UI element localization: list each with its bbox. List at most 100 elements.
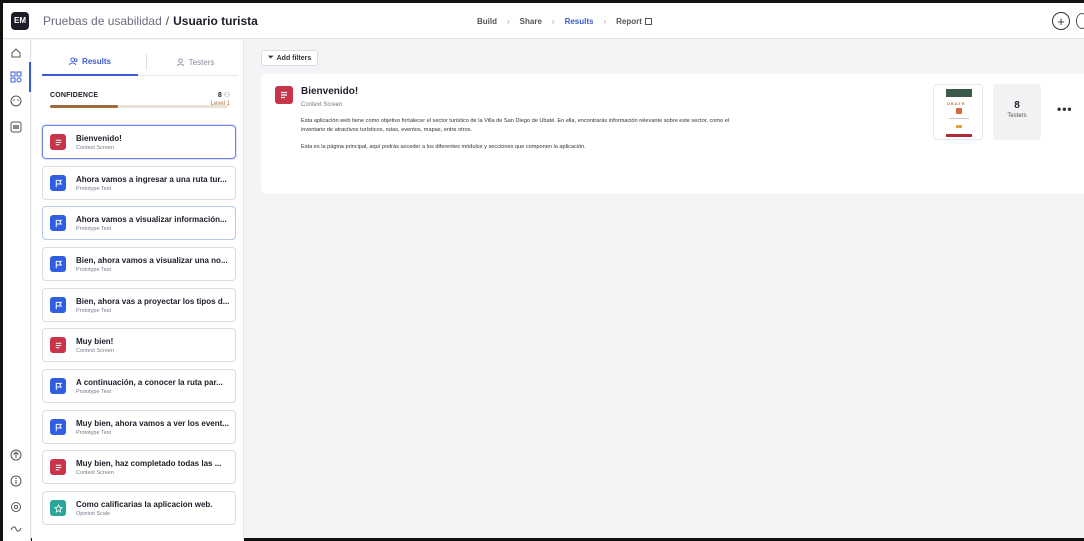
block-card-type: Prototype Test bbox=[76, 226, 112, 232]
block-card[interactable]: Muy bien! Context Screen bbox=[42, 328, 236, 362]
thumbnail-footer bbox=[946, 134, 972, 137]
block-card[interactable]: Bienvenido! Context Screen bbox=[42, 125, 236, 159]
block-card-title: Ahora vamos a ingresar a una ruta tur... bbox=[76, 175, 227, 184]
flag-icon bbox=[50, 215, 66, 231]
block-title: Bienvenido! bbox=[301, 86, 359, 97]
confidence-bar bbox=[50, 105, 228, 108]
block-card-type: Prototype Test bbox=[76, 389, 112, 395]
tab-results[interactable]: Results bbox=[42, 48, 138, 76]
confidence-bar-fill bbox=[50, 105, 118, 108]
block-card-title: Como calificarias la aplicacion web. bbox=[76, 500, 213, 509]
step-results[interactable]: Results bbox=[565, 17, 594, 26]
chevron-right-icon: › bbox=[603, 16, 607, 26]
icon-rail bbox=[3, 40, 31, 541]
users-icon bbox=[69, 56, 78, 65]
block-description-2: Esta es la página principal, aquí podrás… bbox=[301, 144, 586, 150]
home-icon[interactable] bbox=[9, 46, 23, 60]
block-card-title: A continuación, a conocer la ruta par... bbox=[76, 378, 223, 387]
flag-icon bbox=[50, 256, 66, 272]
help-icon[interactable] bbox=[1076, 13, 1084, 29]
context-screen-icon bbox=[50, 459, 66, 475]
testers-count: 8 bbox=[1014, 100, 1020, 111]
block-card[interactable]: Como calificarias la aplicacion web. Opin… bbox=[42, 491, 236, 525]
thumbnail-button bbox=[956, 125, 962, 128]
main-content: ⏷ Add filters Bienvenido! Context Screen … bbox=[245, 40, 1084, 541]
tab-testers-label: Testers bbox=[188, 57, 215, 67]
block-card[interactable]: Ahora vamos a ingresar a una ruta tur...… bbox=[42, 166, 236, 200]
flag-icon bbox=[50, 378, 66, 394]
confidence-count: 8 ⚇ bbox=[218, 91, 230, 99]
image-icon[interactable] bbox=[9, 120, 23, 134]
context-screen-icon bbox=[275, 86, 293, 104]
step-share[interactable]: Share bbox=[520, 17, 542, 26]
block-card-type: Context Screen bbox=[76, 348, 114, 354]
testers-label: Testers bbox=[1007, 113, 1027, 119]
tab-results-label: Results bbox=[82, 56, 111, 66]
add-filters-button[interactable]: ⏷ Add filters bbox=[261, 50, 319, 66]
block-card-type: Context Screen bbox=[76, 470, 114, 476]
screen-thumbnail[interactable]: UBATE bbox=[933, 84, 983, 140]
block-card-title: Bienvenido! bbox=[76, 134, 122, 143]
breadcrumb: Pruebas de usabilidad / Usuario turista bbox=[43, 14, 258, 28]
tab-testers[interactable]: Testers bbox=[152, 48, 238, 76]
integrations-icon[interactable] bbox=[9, 522, 23, 536]
step-build[interactable]: Build bbox=[477, 17, 497, 26]
top-bar: EM Pruebas de usabilidad / Usuario turista… bbox=[3, 3, 1084, 39]
block-detail-panel: Bienvenido! Context Screen Esta aplicaci… bbox=[261, 74, 1084, 194]
breadcrumb-project[interactable]: Pruebas de usabilidad bbox=[43, 14, 162, 28]
block-description: Esta aplicación web tiene como objetivo … bbox=[301, 118, 730, 133]
confidence-label: CONFIDENCE bbox=[50, 92, 99, 99]
block-card-type: Opinion Scale bbox=[76, 511, 111, 517]
block-card-title: Muy bien, ahora vamos a ver los event... bbox=[76, 419, 229, 428]
block-card[interactable]: Bien, ahora vas a proyectar los tipos d.… bbox=[42, 288, 236, 322]
block-card-type: Context Screen bbox=[76, 145, 114, 151]
confidence-count-value: 8 bbox=[217, 92, 222, 99]
filter-icon: ⏷ bbox=[268, 54, 274, 61]
tab-divider bbox=[146, 54, 147, 70]
block-type: Context Screen bbox=[301, 102, 343, 108]
block-card-title: Bien, ahora vamos a visualizar una no... bbox=[76, 256, 228, 265]
block-card[interactable]: Muy bien, haz completado todas las ... Co… bbox=[42, 450, 236, 484]
breadcrumb-separator: / bbox=[165, 13, 170, 28]
sidebar-tabs: Results Testers bbox=[42, 48, 238, 76]
breadcrumb-current: Usuario turista bbox=[173, 13, 258, 28]
flag-icon bbox=[50, 419, 66, 435]
workspace-logo[interactable]: EM bbox=[11, 11, 29, 30]
step-navigation: Build › Share › Results › Report bbox=[477, 3, 662, 39]
block-card-type: Prototype Test bbox=[76, 186, 112, 192]
external-link-icon bbox=[644, 17, 652, 25]
block-card[interactable]: Ahora vamos a visualizar información... P… bbox=[42, 206, 236, 240]
block-card-type: Prototype Test bbox=[76, 267, 112, 273]
upgrade-icon[interactable] bbox=[9, 448, 23, 462]
testers-count-box[interactable]: 8 Testers bbox=[993, 84, 1041, 140]
block-card[interactable]: Bien, ahora vamos a visualizar una no...… bbox=[42, 247, 236, 281]
more-options-button[interactable]: ••• bbox=[1057, 102, 1073, 116]
thumbnail-title: UBATE bbox=[947, 101, 966, 106]
user-icon bbox=[176, 57, 184, 66]
info-icon[interactable] bbox=[9, 474, 23, 488]
step-report-label: Report bbox=[616, 16, 642, 26]
people-icon: ⚇ bbox=[223, 92, 230, 99]
thumbnail-logo bbox=[956, 108, 962, 114]
flag-icon bbox=[50, 297, 66, 313]
block-card-title: Ahora vamos a visualizar información... bbox=[76, 215, 227, 224]
chevron-right-icon: › bbox=[551, 16, 555, 26]
thumbnail-header bbox=[946, 89, 972, 97]
settings-icon[interactable] bbox=[9, 500, 23, 514]
step-report[interactable]: Report bbox=[616, 17, 652, 26]
block-card-title: Muy bien! bbox=[76, 337, 114, 346]
thumbnail-divider bbox=[949, 118, 969, 119]
context-screen-icon bbox=[50, 337, 66, 353]
star-icon bbox=[50, 500, 66, 516]
block-card[interactable]: A continuación, a conocer la ruta par...… bbox=[42, 369, 236, 403]
face-icon[interactable] bbox=[9, 94, 23, 108]
add-button[interactable]: + bbox=[1052, 12, 1070, 30]
block-card-type: Prototype Test bbox=[76, 430, 112, 436]
block-card-title: Muy bien, haz completado todas las ... bbox=[76, 459, 222, 468]
block-card-type: Prototype Test bbox=[76, 308, 112, 314]
add-filters-label: Add filters bbox=[276, 54, 312, 62]
chevron-right-icon: › bbox=[507, 16, 510, 26]
block-card[interactable]: Muy bien, ahora vamos a ver los event...… bbox=[42, 410, 236, 444]
tests-icon[interactable] bbox=[9, 62, 31, 92]
block-card-title: Bien, ahora vas a proyectar los tipos d.… bbox=[76, 297, 230, 306]
